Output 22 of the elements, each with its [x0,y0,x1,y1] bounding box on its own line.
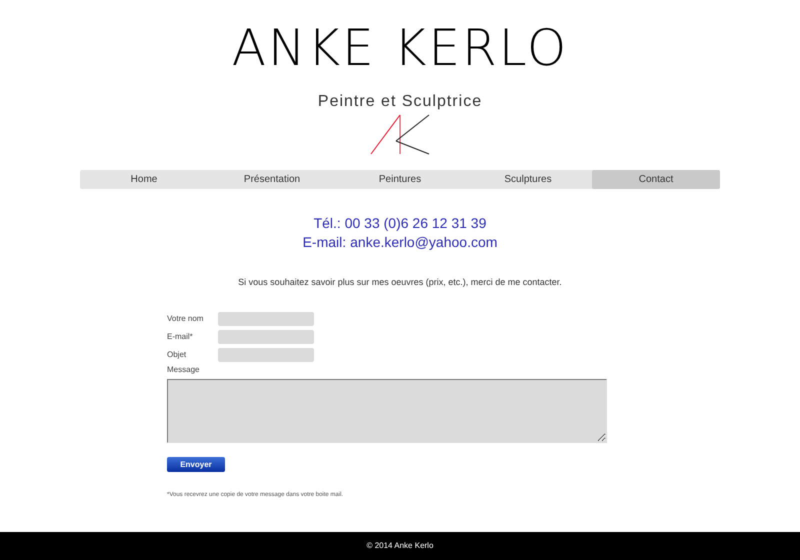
input-field[interactable] [218,348,314,362]
copyright-text: © 2014 Anke Kerlo [366,540,434,552]
email-label: E-mail: [302,233,346,252]
nav-tab[interactable]: Présentation [208,170,336,189]
phone-number: Tél.: 00 33 (0)6 26 12 31 39 [314,214,486,233]
field-label: Message [167,364,200,376]
nav-tab[interactable]: Sculptures [464,170,592,189]
input-field[interactable] [218,312,314,326]
field-label: Objet [167,348,188,360]
nav-tab[interactable]: Peintures [336,170,464,189]
send-button[interactable]: Envoyer [167,456,225,472]
nav-tab[interactable]: Home [80,170,208,189]
field-label: E-mail* [167,330,194,342]
site-title: ANKE KERLO [232,18,568,78]
field-label: Votre nom [167,312,204,324]
intro-text: Si vous souhaitez savoir plus sur mes oeuvres (prix, etc.), merci de me contacter. [237,276,563,289]
logo-icon [369,114,431,156]
email-link[interactable]: anke.kerlo@yahoo.com [350,233,498,252]
site-subtitle: Peintre et Sculptrice [318,92,482,112]
input-field[interactable] [218,330,314,344]
message-field[interactable] [167,378,607,442]
nav-tab[interactable]: Contact [592,170,720,189]
